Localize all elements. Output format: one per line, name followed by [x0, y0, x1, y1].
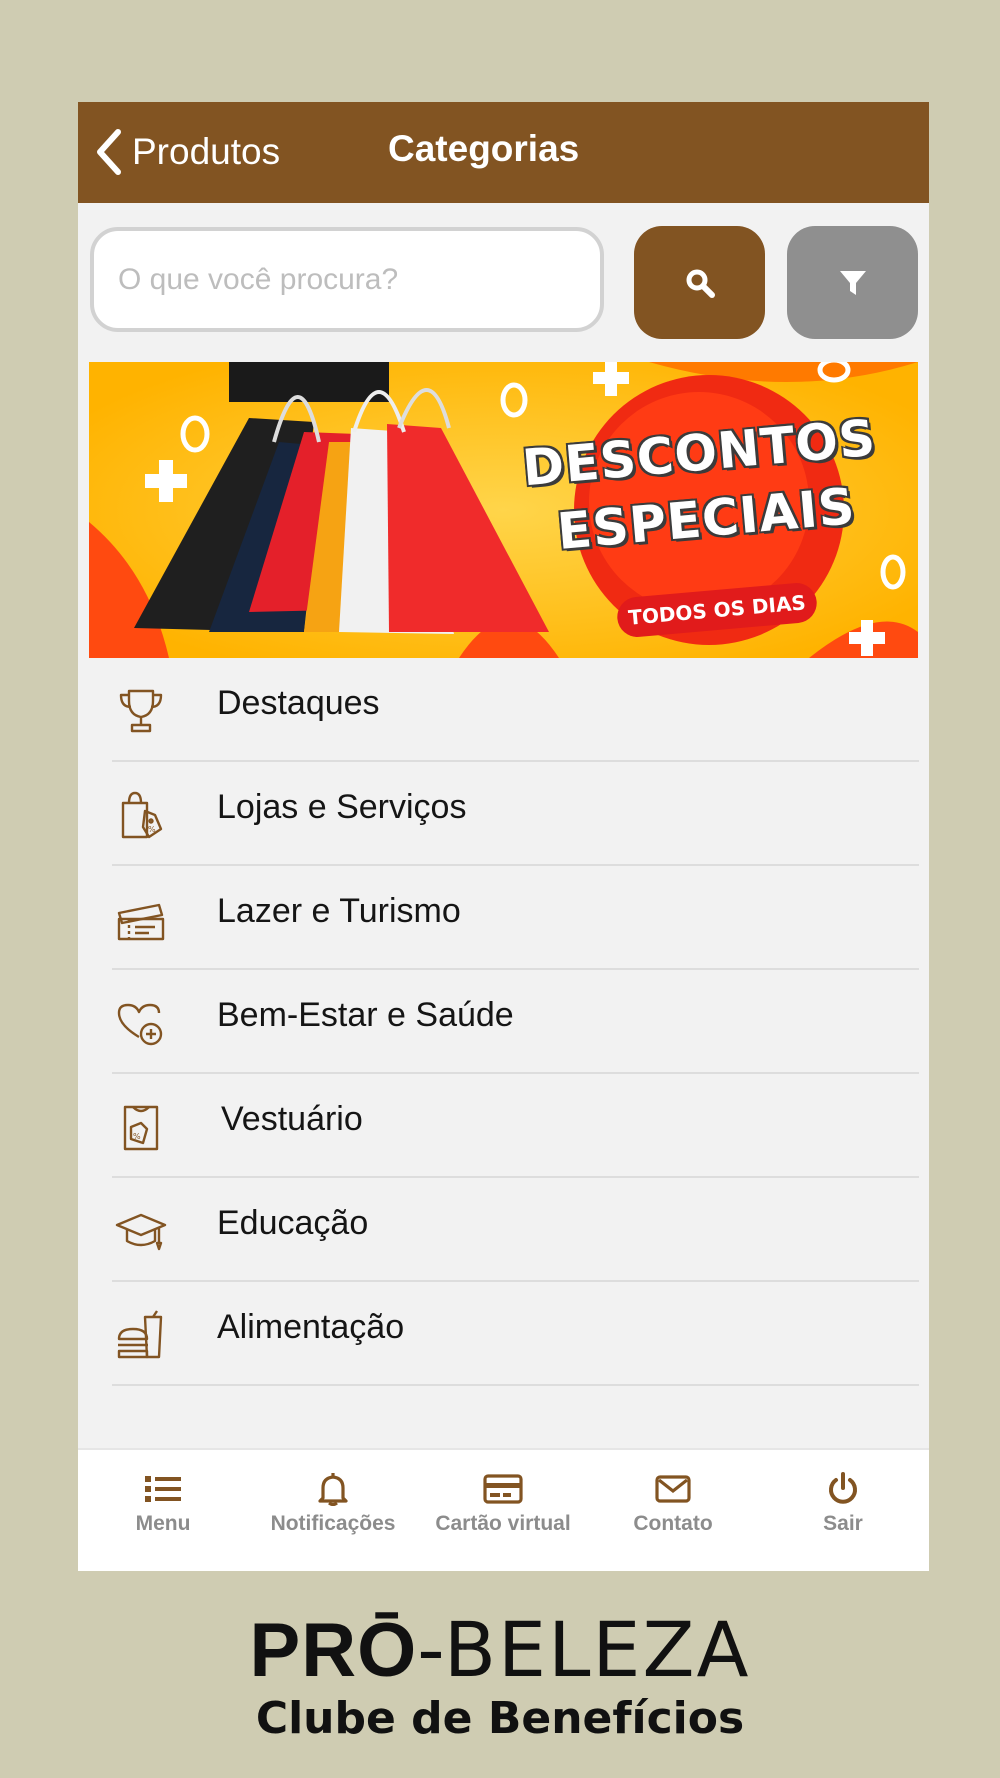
brand-name-light: -BELEZA [417, 1605, 751, 1694]
category-item-vestuario[interactable]: % Vestuário [78, 1074, 929, 1178]
brand-subtitle: Clube de Benefícios [255, 1693, 745, 1744]
promo-banner[interactable]: DESCONTOS ESPECIAIS TODOS OS DIAS [89, 362, 918, 658]
svg-text:%: % [133, 1132, 141, 1141]
category-list: Destaques % Lojas e Serviços Lazer e Tur… [78, 658, 929, 1386]
power-icon [829, 1472, 857, 1504]
back-label: Produtos [132, 131, 281, 172]
chevron-left-icon [97, 129, 121, 175]
category-label: Lazer e Turismo [217, 892, 461, 930]
brand-logo: PRŌ-BELEZA [0, 1605, 1000, 1694]
category-item-alimentacao[interactable]: Alimentação [78, 1282, 929, 1386]
category-item-destaques[interactable]: Destaques [78, 658, 929, 762]
nav-label: Menu [135, 1512, 191, 1535]
category-label: Alimentação [217, 1308, 405, 1346]
nav-sair[interactable]: Sair [758, 1470, 928, 1536]
search-input[interactable] [90, 227, 604, 332]
trophy-icon [119, 689, 163, 733]
nav-label: Notificações [270, 1512, 396, 1535]
category-label: Lojas e Serviços [217, 788, 467, 826]
category-item-lojas-e-servicos[interactable]: % Lojas e Serviços [78, 762, 929, 866]
divider [112, 1384, 919, 1386]
brand-name-bold: PRŌ [249, 1608, 418, 1693]
filter-icon [839, 270, 866, 295]
category-label: Vestuário [221, 1100, 363, 1138]
shopping-bag-icon: % [121, 791, 163, 839]
search-icon [686, 269, 715, 298]
nav-cartao-virtual[interactable]: Cartão virtual [418, 1470, 588, 1536]
ticket-icon [117, 903, 165, 941]
category-label: Bem-Estar e Saúde [217, 996, 514, 1034]
nav-notificacoes[interactable]: Notificações [248, 1470, 418, 1536]
nav-label: Contato [633, 1512, 713, 1535]
credit-card-icon [483, 1474, 523, 1504]
clothing-tag-icon: % [123, 1105, 159, 1151]
svg-text:%: % [148, 825, 156, 834]
category-label: Educação [217, 1204, 369, 1242]
burger-drink-icon [117, 1310, 163, 1359]
bottom-navigation: Menu Notificações Cartão virtual Contato… [78, 1448, 929, 1571]
nav-contato[interactable]: Contato [588, 1470, 758, 1536]
category-item-lazer-e-turismo[interactable]: Lazer e Turismo [78, 866, 929, 970]
category-label: Destaques [217, 684, 380, 722]
graduation-cap-icon [115, 1213, 167, 1251]
bell-icon [318, 1473, 348, 1506]
top-bar: Produtos Categorias [78, 102, 929, 203]
nav-menu[interactable]: Menu [78, 1470, 248, 1536]
filter-button[interactable] [787, 226, 918, 339]
envelope-icon [655, 1475, 691, 1503]
search-button[interactable] [634, 226, 765, 339]
app-screen: Produtos Categorias O que você procura? … [78, 102, 929, 1571]
list-icon [145, 1476, 181, 1502]
category-item-bem-estar-e-saude[interactable]: Bem-Estar e Saúde [78, 970, 929, 1074]
category-item-educacao[interactable]: Educação [78, 1178, 929, 1282]
nav-label: Sair [823, 1512, 863, 1535]
back-button[interactable]: Produtos [94, 124, 280, 180]
page-title: Categorias [388, 128, 580, 169]
nav-label: Cartão virtual [435, 1512, 571, 1535]
heart-plus-icon [117, 1003, 163, 1046]
